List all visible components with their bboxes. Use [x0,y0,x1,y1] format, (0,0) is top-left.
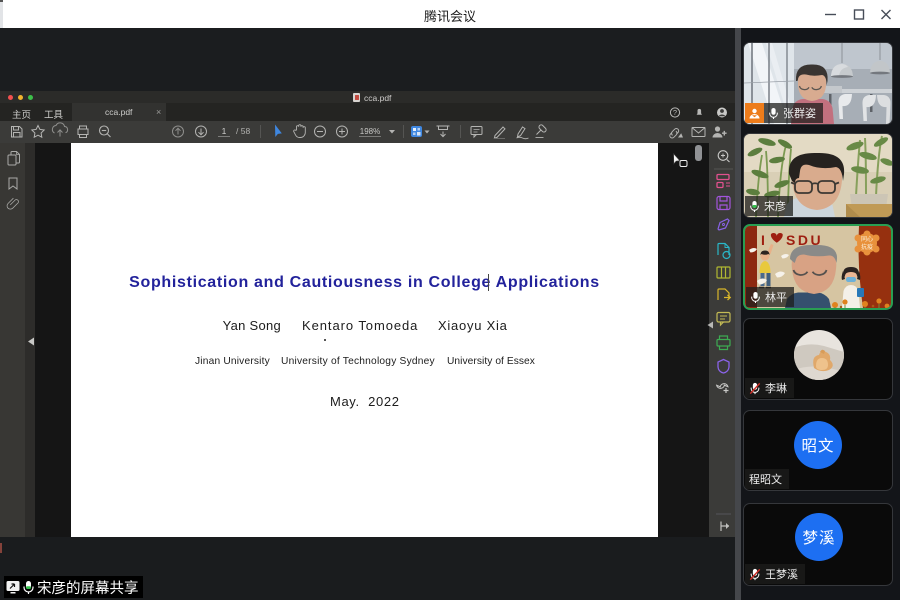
svg-text:?: ? [673,108,677,117]
svg-text:同心: 同心 [861,236,873,243]
svg-text:抗疫: 抗疫 [861,243,873,251]
svg-text:I: I [761,232,765,248]
svg-text:198%: 198% [360,127,380,136]
svg-text:1: 1 [222,126,227,136]
svg-text:/ 58: / 58 [236,126,250,136]
